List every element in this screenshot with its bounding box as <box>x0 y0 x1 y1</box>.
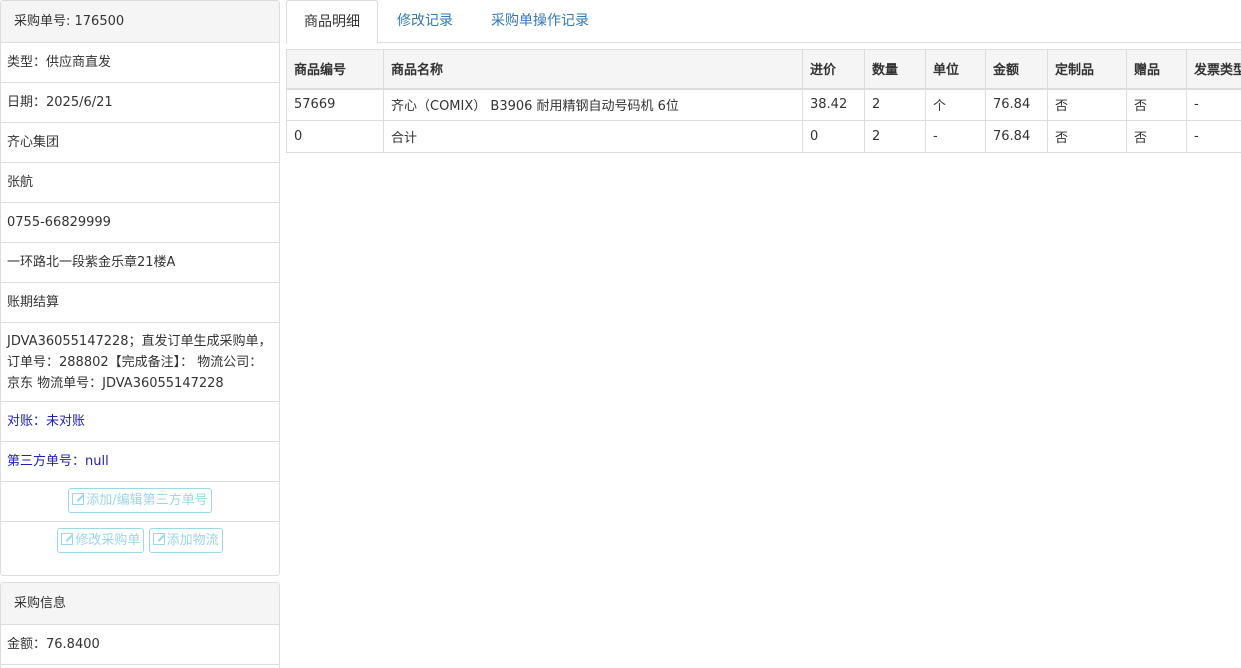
column-header: 商品名称 <box>383 49 803 90</box>
table-cell: 38.42 <box>802 88 865 121</box>
contact-name: 张航 <box>1 163 279 203</box>
modify-order-label: 修改采购单 <box>75 533 141 548</box>
third-party-number: 第三方单号：null <box>1 442 279 482</box>
order-type: 类型：供应商直发 <box>1 43 279 83</box>
address: 一环路北一段紫金乐章21楼A <box>1 243 279 283</box>
table-row: 57669 齐心（COMIX） B3906 耐用精钢自动号码机 6位 38.42… <box>286 88 1241 121</box>
column-header: 单位 <box>925 49 986 90</box>
order-number-header: 采购单号: 176500 <box>1 1 279 43</box>
tab-bar: 商品明细 修改记录 采购单操作记录 <box>286 0 1241 44</box>
supplier-name: 齐心集团 <box>1 123 279 163</box>
column-header: 数量 <box>864 49 926 90</box>
reconcile-status: 对账：未对账 <box>1 402 279 442</box>
table-cell: 57669 <box>286 88 384 121</box>
third-party-actions: 添加/编辑第三方单号 <box>1 482 279 522</box>
tab-operation-log[interactable]: 采购单操作记录 <box>474 0 606 43</box>
table-cell: 合计 <box>383 120 803 153</box>
order-date: 日期：2025/6/21 <box>1 83 279 123</box>
add-logistics-label: 添加物流 <box>166 533 219 548</box>
edit-icon <box>61 533 74 545</box>
table-cell: - <box>1186 120 1241 153</box>
column-header: 发票类型 <box>1186 49 1241 90</box>
column-header: 商品编号 <box>286 49 384 90</box>
column-header: 赠品 <box>1126 49 1187 90</box>
edit-third-party-button[interactable]: 添加/编辑第三方单号 <box>68 488 212 513</box>
purchase-amount: 金额：76.8400 <box>1 625 279 665</box>
table-cell: 齐心（COMIX） B3906 耐用精钢自动号码机 6位 <box>383 88 803 121</box>
product-table: 商品编号 商品名称 进价 数量 单位 金额 定制品 赠品 发票类型 57669 … <box>286 49 1241 153</box>
add-logistics-button[interactable]: 添加物流 <box>148 528 223 553</box>
purchase-info-header: 采购信息 <box>1 583 279 625</box>
payment-method: 账期结算 <box>1 283 279 323</box>
edit-icon <box>152 533 165 545</box>
table-cell: 2 <box>864 120 926 153</box>
tab-modify-history[interactable]: 修改记录 <box>380 0 470 43</box>
product-table-container: 商品编号 商品名称 进价 数量 单位 金额 定制品 赠品 发票类型 57669 … <box>286 49 1241 154</box>
table-cell: 0 <box>802 120 865 153</box>
tab-product-details[interactable]: 商品明细 <box>286 0 378 44</box>
table-cell: 76.84 <box>985 88 1048 121</box>
modify-order-button[interactable]: 修改采购单 <box>57 528 145 553</box>
table-cell: 否 <box>1047 88 1127 121</box>
order-info-panel: 采购单号: 176500 类型：供应商直发 日期：2025/6/21 齐心集团 … <box>0 0 280 576</box>
table-cell: 否 <box>1126 120 1187 153</box>
order-remark: JDVA36055147228；直发订单生成采购单，订单号：288802【完成备… <box>1 323 279 402</box>
table-total-row: 0 合计 0 2 - 76.84 否 否 - <box>286 120 1241 153</box>
table-cell: 否 <box>1126 88 1187 121</box>
order-actions: 修改采购单 添加物流 <box>1 522 279 562</box>
table-cell: - <box>925 120 986 153</box>
column-header: 金额 <box>985 49 1048 90</box>
table-cell: 否 <box>1047 120 1127 153</box>
column-header: 进价 <box>802 49 865 90</box>
edit-icon <box>72 493 85 505</box>
purchase-info-panel: 采购信息 金额：76.8400 <box>0 582 280 668</box>
contact-phone: 0755-66829999 <box>1 203 279 243</box>
left-sidebar: 采购单号: 176500 类型：供应商直发 日期：2025/6/21 齐心集团 … <box>0 0 280 668</box>
table-cell: 0 <box>286 120 384 153</box>
column-header: 定制品 <box>1047 49 1127 90</box>
table-cell: - <box>1186 88 1241 121</box>
edit-third-party-label: 添加/编辑第三方单号 <box>86 493 208 508</box>
table-cell: 个 <box>925 88 986 121</box>
table-cell: 2 <box>864 88 926 121</box>
table-cell: 76.84 <box>985 120 1048 153</box>
table-header-row: 商品编号 商品名称 进价 数量 单位 金额 定制品 赠品 发票类型 <box>286 49 1241 90</box>
